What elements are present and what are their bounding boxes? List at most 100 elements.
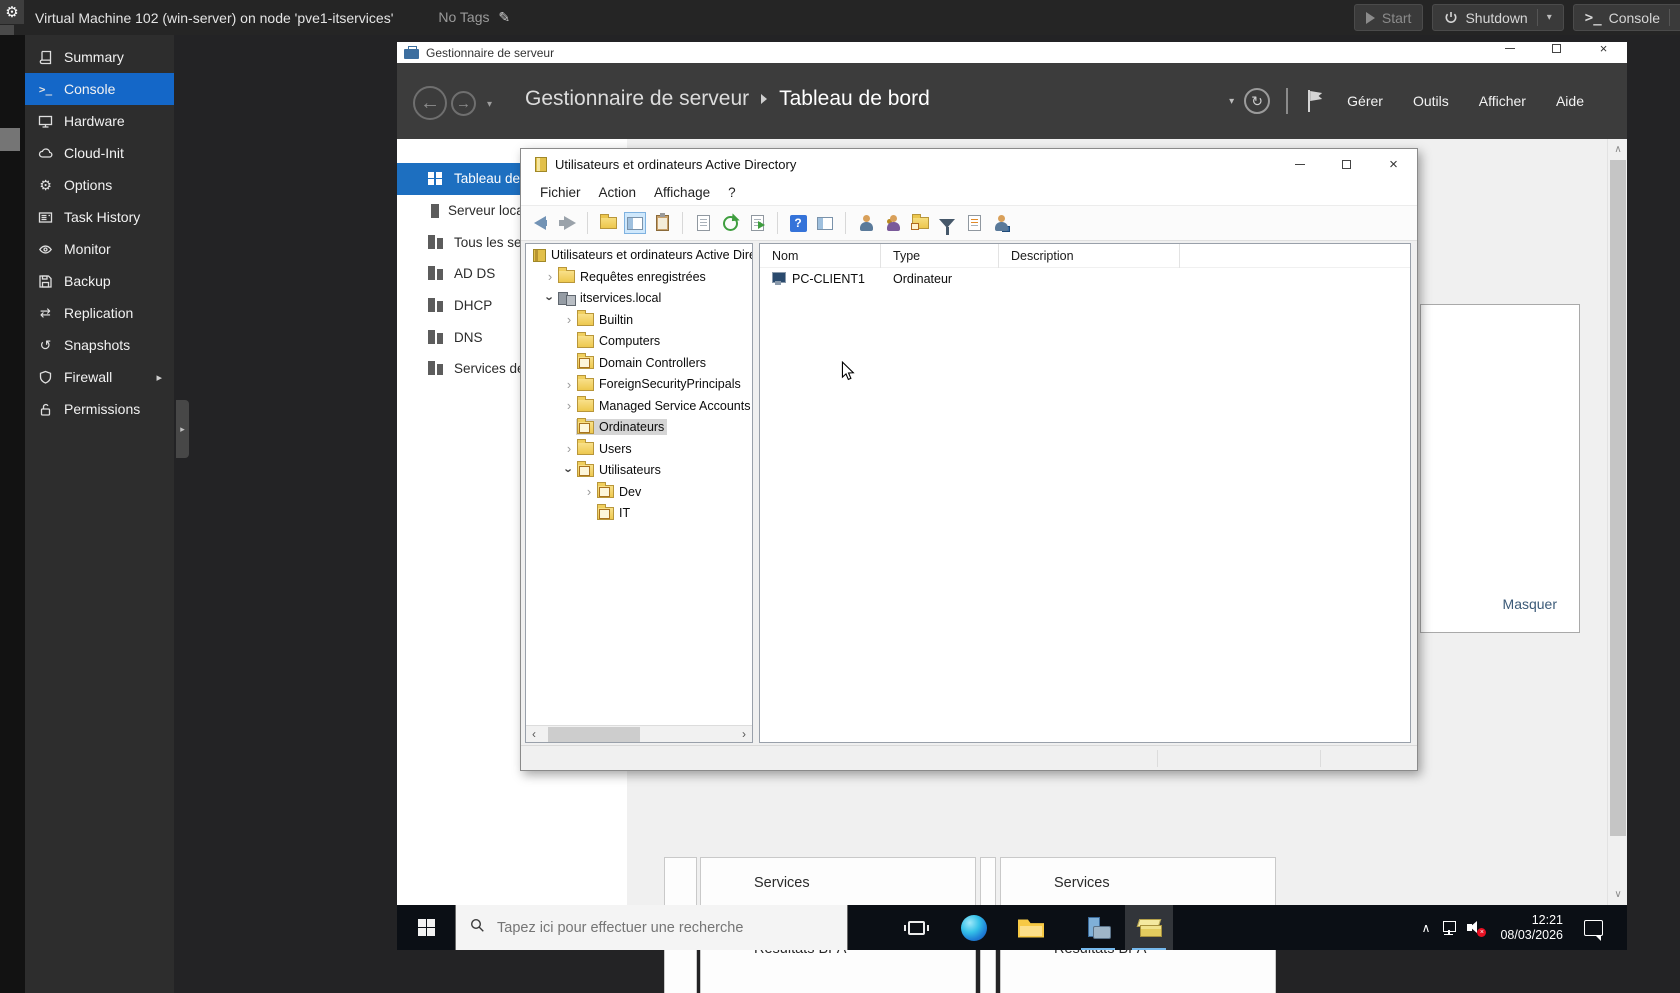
volume-muted-icon[interactable]: × bbox=[1467, 920, 1487, 937]
menu-gerer[interactable]: Gérer bbox=[1332, 93, 1398, 109]
minimize-button[interactable] bbox=[1486, 42, 1533, 55]
forward-icon[interactable] bbox=[556, 212, 578, 234]
history-caret-icon[interactable]: ▾ bbox=[487, 99, 492, 110]
sidebar-item-firewall[interactable]: Firewall ▸ bbox=[25, 361, 174, 393]
menu-outils[interactable]: Outils bbox=[1398, 93, 1464, 109]
start-menu-button[interactable] bbox=[397, 905, 455, 950]
expander-collapsed-icon[interactable]: › bbox=[562, 398, 576, 413]
column-header-nom[interactable]: Nom bbox=[760, 244, 881, 268]
shutdown-caret-icon[interactable]: ▾ bbox=[1547, 12, 1552, 23]
export-icon[interactable] bbox=[746, 212, 768, 234]
start-button[interactable]: Start bbox=[1353, 4, 1424, 31]
scrollbar-thumb[interactable] bbox=[1610, 160, 1626, 836]
menu-help[interactable]: ? bbox=[719, 182, 745, 203]
action-center-icon[interactable] bbox=[1584, 919, 1603, 941]
scroll-right-icon[interactable]: › bbox=[736, 726, 752, 742]
sidebar-item-backup[interactable]: Backup bbox=[25, 265, 174, 297]
expander-collapsed-icon[interactable]: › bbox=[582, 484, 596, 499]
column-header-type[interactable]: Type bbox=[881, 244, 999, 268]
hide-welcome-link[interactable]: Masquer bbox=[1503, 596, 1557, 612]
tray-overflow-icon[interactable]: ∧ bbox=[1416, 921, 1437, 935]
help-icon[interactable]: ? bbox=[787, 212, 809, 234]
vertical-scrollbar[interactable]: ∧ ∨ bbox=[1607, 139, 1627, 905]
close-button[interactable]: × bbox=[1370, 149, 1417, 179]
tree-item-root[interactable]: Utilisateurs et ordinateurs Active Direc… bbox=[526, 244, 752, 266]
expander-expanded-icon[interactable]: › bbox=[543, 291, 558, 305]
new-ou-icon[interactable] bbox=[909, 212, 931, 234]
search-input[interactable] bbox=[497, 919, 827, 936]
task-view-button[interactable] bbox=[892, 905, 940, 950]
scrollbar-thumb[interactable] bbox=[548, 727, 640, 742]
sidebar-item-summary[interactable]: Summary bbox=[25, 41, 174, 73]
sidebar-item-monitor[interactable]: Monitor bbox=[25, 233, 174, 265]
tree-item-domain-controllers[interactable]: Domain Controllers bbox=[526, 352, 752, 374]
tree-item-ordinateurs[interactable]: Ordinateurs bbox=[526, 416, 752, 438]
server-manager-titlebar[interactable]: Gestionnaire de serveur × bbox=[397, 42, 1627, 63]
sidebar-item-hardware[interactable]: Hardware bbox=[25, 105, 174, 137]
tree-item-builtin[interactable]: › Builtin bbox=[526, 309, 752, 331]
tree-item-dev[interactable]: › Dev bbox=[526, 481, 752, 503]
new-user-icon[interactable] bbox=[855, 212, 877, 234]
filter-icon[interactable] bbox=[936, 212, 958, 235]
menu-action[interactable]: Action bbox=[590, 182, 646, 203]
edit-tags-icon[interactable]: ✎ bbox=[498, 9, 510, 25]
shutdown-button[interactable]: Shutdown ▾ bbox=[1432, 4, 1564, 31]
aduc-titlebar[interactable]: Utilisateurs et ordinateurs Active Direc… bbox=[521, 149, 1417, 179]
menu-aide[interactable]: Aide bbox=[1541, 93, 1599, 109]
tags-control[interactable]: No Tags ✎ bbox=[438, 9, 510, 26]
minimize-button[interactable] bbox=[1276, 149, 1323, 179]
console-button[interactable]: >_ Console bbox=[1572, 4, 1680, 31]
show-console-tree-icon[interactable] bbox=[624, 212, 646, 234]
maximize-button[interactable] bbox=[1323, 149, 1370, 179]
menu-afficher[interactable]: Afficher bbox=[1464, 93, 1541, 109]
back-icon[interactable] bbox=[529, 212, 551, 234]
network-icon[interactable] bbox=[1443, 920, 1460, 935]
tile2-services-link[interactable]: Services bbox=[1054, 875, 1275, 908]
delegate-icon[interactable] bbox=[963, 212, 985, 234]
menu-affichage[interactable]: Affichage bbox=[645, 182, 719, 203]
forward-button[interactable]: → bbox=[451, 91, 476, 116]
breadcrumb-root[interactable]: Gestionnaire de serveur bbox=[525, 87, 749, 111]
view-options-icon[interactable] bbox=[814, 212, 836, 234]
up-one-level-icon[interactable] bbox=[597, 212, 619, 234]
new-group-icon[interactable] bbox=[882, 212, 904, 234]
scroll-up-icon[interactable]: ∧ bbox=[1608, 141, 1628, 158]
aduc-taskbar-button[interactable] bbox=[1125, 905, 1173, 950]
column-header-description[interactable]: Description bbox=[999, 244, 1180, 268]
maximize-button[interactable] bbox=[1533, 42, 1580, 55]
expander-collapsed-icon[interactable]: › bbox=[562, 377, 576, 392]
menu-fichier[interactable]: Fichier bbox=[531, 182, 590, 203]
server-manager-taskbar-button[interactable] bbox=[1074, 905, 1122, 950]
tree-item-foreign-security[interactable]: › ForeignSecurityPrincipals bbox=[526, 373, 752, 395]
edge-button[interactable] bbox=[950, 905, 998, 950]
back-button[interactable]: ← bbox=[413, 86, 447, 120]
expander-collapsed-icon[interactable]: › bbox=[543, 269, 557, 284]
list-row-pc-client1[interactable]: PC-CLIENT1 Ordinateur bbox=[760, 268, 1410, 289]
tree-item-users[interactable]: › Users bbox=[526, 438, 752, 460]
scroll-left-icon[interactable]: ‹ bbox=[526, 726, 542, 742]
sidebar-item-task-history[interactable]: Task History bbox=[25, 201, 174, 233]
tile1-services-link[interactable]: Services bbox=[754, 875, 975, 908]
tree-item-utilisateurs[interactable]: › Utilisateurs bbox=[526, 459, 752, 481]
expander-expanded-icon[interactable]: › bbox=[562, 463, 577, 477]
sidebar-collapse-handle[interactable]: ▸ bbox=[176, 400, 189, 458]
taskbar-clock[interactable]: 12:21 08/03/2026 bbox=[1492, 913, 1571, 943]
flag-icon[interactable] bbox=[1306, 90, 1322, 112]
refresh-button[interactable]: ↻ bbox=[1244, 88, 1271, 114]
taskbar-search[interactable] bbox=[455, 905, 848, 950]
sidebar-item-snapshots[interactable]: ↺ Snapshots bbox=[25, 329, 174, 361]
tree-item-requetes[interactable]: › Requêtes enregistrées bbox=[526, 266, 752, 288]
new-computer-icon[interactable] bbox=[990, 212, 1012, 234]
close-button[interactable]: × bbox=[1580, 42, 1627, 55]
tree-item-it[interactable]: IT bbox=[526, 502, 752, 524]
sidebar-item-cloud-init[interactable]: Cloud-Init bbox=[25, 137, 174, 169]
export-list-icon[interactable] bbox=[692, 212, 714, 234]
refresh-icon[interactable] bbox=[719, 212, 741, 234]
scroll-down-icon[interactable]: ∨ bbox=[1608, 886, 1628, 903]
tree-horizontal-scrollbar[interactable]: ‹ › bbox=[526, 725, 752, 742]
expander-collapsed-icon[interactable]: › bbox=[562, 312, 576, 327]
sidebar-item-replication[interactable]: ⇄ Replication bbox=[25, 297, 174, 329]
tree-item-computers[interactable]: Computers bbox=[526, 330, 752, 352]
properties-icon[interactable] bbox=[651, 212, 673, 234]
tree-item-managed-service[interactable]: › Managed Service Accounts bbox=[526, 395, 752, 417]
